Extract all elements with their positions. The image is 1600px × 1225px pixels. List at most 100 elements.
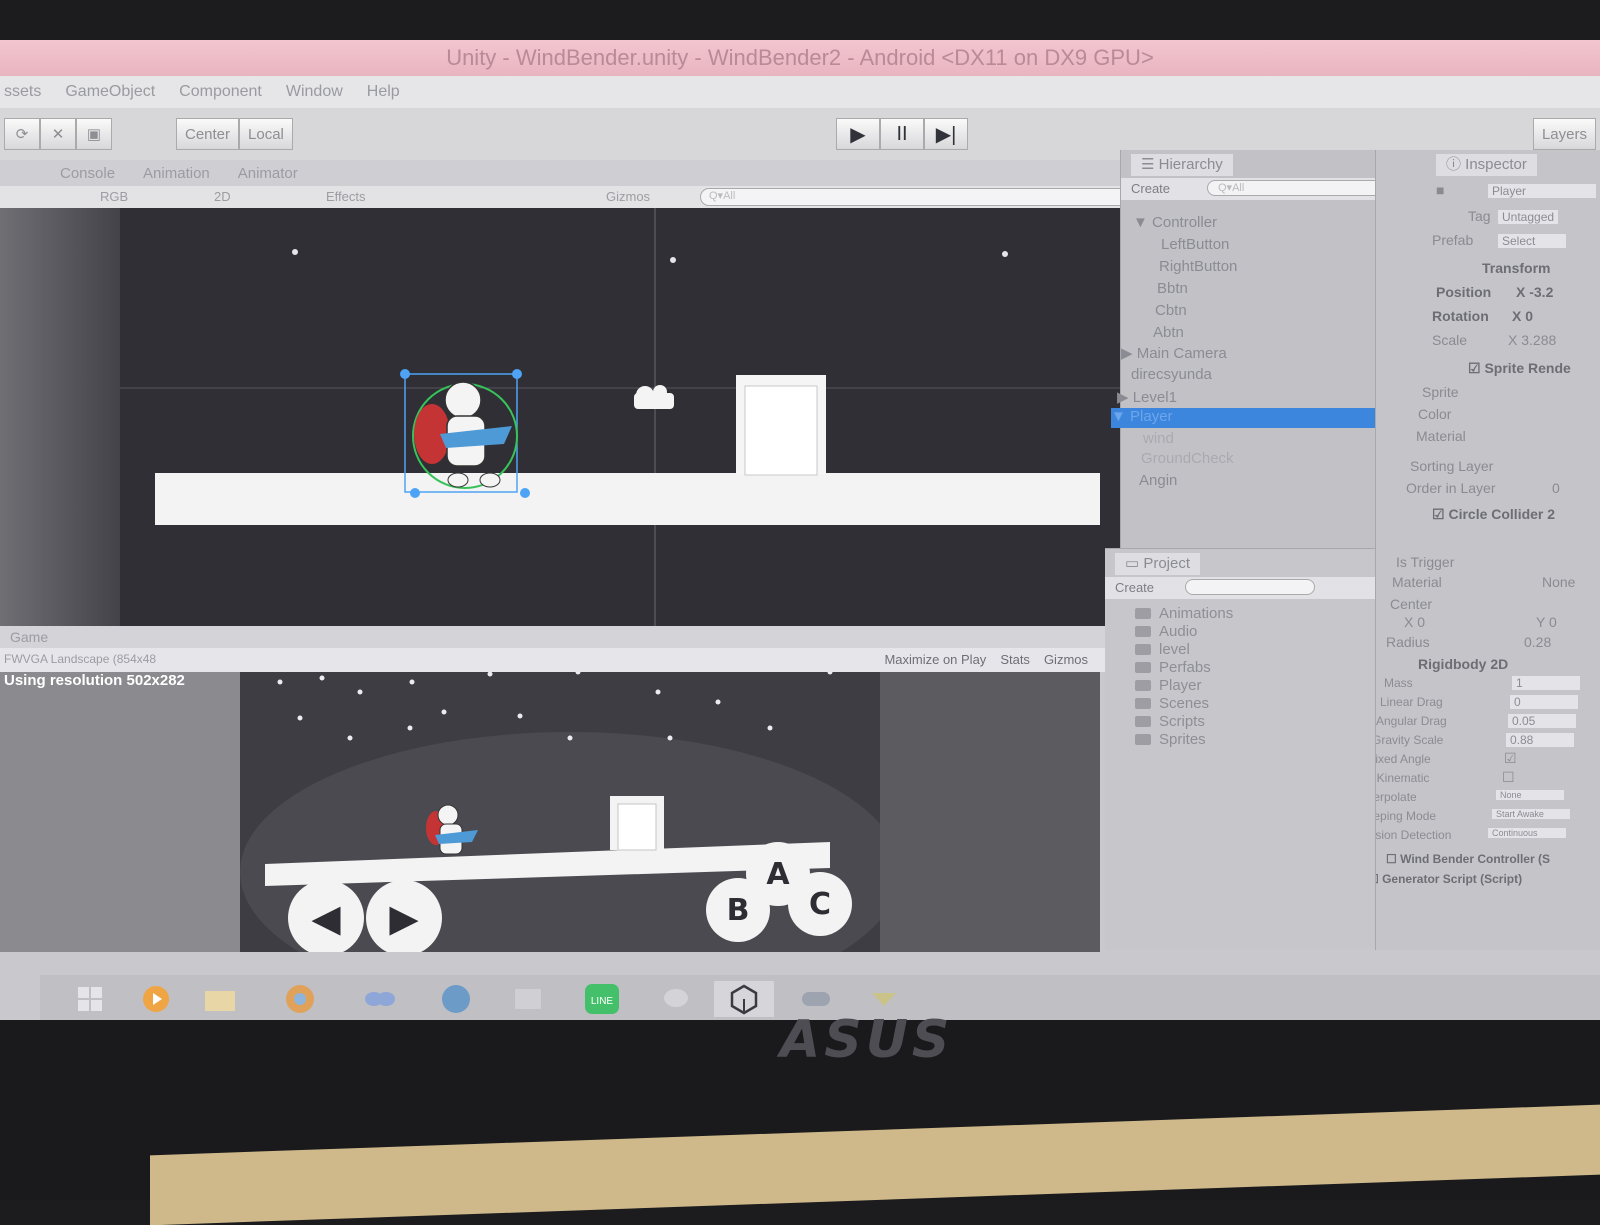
menu-component[interactable]: Component: [179, 83, 262, 101]
maximize-on-play-toggle[interactable]: Maximize on Play: [884, 652, 986, 667]
scene-search-input[interactable]: Q▾All: [700, 188, 1132, 206]
app-icon-gray[interactable]: [498, 981, 558, 1017]
gravity-scale-field[interactable]: 0.88: [1506, 733, 1574, 747]
folder-animations[interactable]: Animations: [1135, 605, 1233, 622]
browser-globe-icon[interactable]: [426, 981, 486, 1017]
start-button-icon[interactable]: [60, 981, 120, 1017]
fixed-angle-checkbox[interactable]: ☑: [1504, 750, 1517, 767]
object-name-field[interactable]: Player: [1488, 184, 1596, 198]
hierarchy-item-direcsyunda[interactable]: direcsyunda: [1131, 366, 1212, 383]
hierarchy-create-button[interactable]: Create: [1131, 181, 1170, 196]
hierarchy-item-wind[interactable]: wind: [1143, 430, 1174, 447]
tab-project[interactable]: ▭ Project: [1115, 553, 1201, 575]
folder-player[interactable]: Player: [1135, 677, 1202, 694]
play-button[interactable]: ▶: [836, 118, 880, 150]
app-icon-blue[interactable]: [350, 981, 410, 1017]
line-chat-icon[interactable]: LINE: [572, 981, 632, 1017]
media-player-icon[interactable]: [126, 981, 186, 1017]
scale-tool-icon[interactable]: ✕: [40, 118, 76, 150]
folder-scripts[interactable]: Scripts: [1135, 713, 1205, 730]
rotation-x-field[interactable]: X 0: [1512, 308, 1533, 324]
folder-level[interactable]: level: [1135, 641, 1190, 658]
folder-scenes[interactable]: Scenes: [1135, 695, 1209, 712]
game-gizmos-dropdown[interactable]: Gizmos: [1044, 652, 1088, 667]
circle-collider-header[interactable]: ☑ Circle Collider 2: [1432, 506, 1555, 523]
pivot-local-button[interactable]: Local: [239, 118, 293, 150]
project-create-button[interactable]: Create: [1115, 580, 1154, 595]
unity-icon[interactable]: [714, 981, 774, 1017]
rigidbody-header[interactable]: Rigidbody 2D: [1418, 656, 1508, 672]
sleeping-mode-dropdown[interactable]: Start Awake: [1492, 809, 1570, 819]
collider-material-field[interactable]: None: [1542, 574, 1575, 590]
center-x-field[interactable]: X 0: [1404, 614, 1425, 630]
menu-help[interactable]: Help: [367, 83, 400, 101]
menu-window[interactable]: Window: [286, 83, 343, 101]
generator-script-header[interactable]: ☐ Generator Script (Script): [1376, 872, 1522, 886]
layers-dropdown[interactable]: Layers: [1532, 118, 1596, 152]
layers-button[interactable]: Layers: [1532, 118, 1596, 150]
aspect-dropdown[interactable]: FWVGA Landscape (854x48: [4, 652, 156, 666]
transform-header[interactable]: Transform: [1482, 260, 1550, 276]
project-search-input[interactable]: [1185, 579, 1315, 595]
center-y-field[interactable]: Y 0: [1536, 614, 1557, 630]
pause-button[interactable]: II: [880, 118, 924, 150]
menu-assets[interactable]: ssets: [4, 83, 41, 101]
angular-drag-field[interactable]: 0.05: [1508, 714, 1576, 728]
interpolate-dropdown[interactable]: None: [1496, 790, 1564, 800]
folder-perfabs[interactable]: Perfabs: [1135, 659, 1211, 676]
tab-animator[interactable]: Animator: [238, 165, 298, 182]
folder-audio[interactable]: Audio: [1135, 623, 1197, 640]
right-arrow-button[interactable]: ▶: [366, 880, 442, 952]
chrome-icon[interactable]: [270, 981, 330, 1017]
hierarchy-item-leftbutton[interactable]: LeftButton: [1161, 236, 1229, 253]
wind-bender-script-header[interactable]: ☐ Wind Bender Controller (S: [1386, 852, 1550, 866]
is-kinematic-checkbox[interactable]: ☐: [1502, 769, 1515, 786]
c-button[interactable]: C: [788, 872, 852, 936]
step-button[interactable]: ▶|: [924, 118, 968, 150]
hierarchy-item-level1[interactable]: ▶ Level1: [1117, 388, 1177, 406]
tab-hierarchy[interactable]: ☰ Hierarchy: [1131, 154, 1233, 176]
scale-x-field[interactable]: X 3.288: [1508, 332, 1556, 348]
position-x-field[interactable]: X -3.2: [1516, 284, 1553, 300]
collision-detection-dropdown[interactable]: Continuous: [1488, 828, 1566, 838]
hierarchy-item-bbtn[interactable]: Bbtn: [1157, 280, 1188, 297]
hierarchy-item-controller[interactable]: ▼ Controller: [1133, 214, 1217, 231]
rotate-tool-icon[interactable]: ⟳: [4, 118, 40, 150]
effects-dropdown[interactable]: Effects: [326, 189, 366, 204]
tab-animation[interactable]: Animation: [143, 165, 210, 182]
hierarchy-item-angin[interactable]: Angin: [1139, 472, 1177, 489]
render-mode-dropdown[interactable]: RGB: [100, 189, 128, 204]
tab-game[interactable]: Game: [10, 629, 48, 645]
menu-gameobject[interactable]: GameObject: [65, 83, 155, 101]
hierarchy-search-input[interactable]: Q▾All: [1207, 180, 1402, 196]
tab-console[interactable]: Console: [60, 165, 115, 182]
hierarchy-item-abtn[interactable]: Abtn: [1153, 324, 1184, 341]
file-explorer-icon[interactable]: [190, 981, 250, 1017]
laptop-screen: Unity - WindBender.unity - WindBender2 -…: [0, 40, 1600, 1020]
scene-view[interactable]: [0, 208, 1120, 626]
folder-sprites[interactable]: Sprites: [1135, 731, 1206, 748]
mass-label: Mass: [1384, 676, 1413, 690]
hierarchy-item-groundcheck[interactable]: GroundCheck: [1141, 450, 1234, 467]
mode-2d-toggle[interactable]: 2D: [214, 189, 231, 204]
order-in-layer-field[interactable]: 0: [1552, 480, 1560, 496]
sprite-renderer-header[interactable]: ☑ Sprite Rende: [1468, 360, 1571, 377]
hierarchy-item-player[interactable]: ▼ Player: [1111, 408, 1397, 428]
game-view[interactable]: ◀ ▶ A B C Using resolution 502x282: [0, 672, 1100, 952]
pivot-center-button[interactable]: Center: [176, 118, 240, 150]
linear-drag-field[interactable]: 0: [1510, 695, 1578, 709]
tag-dropdown[interactable]: Untagged: [1498, 210, 1559, 224]
prefab-select-button[interactable]: Select: [1498, 234, 1566, 248]
hierarchy-item-main-camera[interactable]: ▶ Main Camera: [1121, 344, 1227, 362]
b-button[interactable]: B: [706, 878, 770, 942]
scene-gizmos-dropdown[interactable]: Gizmos: [606, 189, 650, 204]
hierarchy-item-rightbutton[interactable]: RightButton: [1159, 258, 1237, 275]
tab-inspector[interactable]: ⓘ Inspector: [1436, 154, 1537, 176]
left-arrow-button[interactable]: ◀: [288, 880, 364, 952]
hierarchy-item-cbtn[interactable]: Cbtn: [1155, 302, 1187, 319]
stats-toggle[interactable]: Stats: [1000, 652, 1030, 667]
rect-tool-icon[interactable]: ▣: [76, 118, 112, 150]
radius-field[interactable]: 0.28: [1524, 634, 1551, 650]
chat-bubble-icon[interactable]: [646, 981, 706, 1017]
mass-field[interactable]: 1: [1512, 676, 1580, 690]
